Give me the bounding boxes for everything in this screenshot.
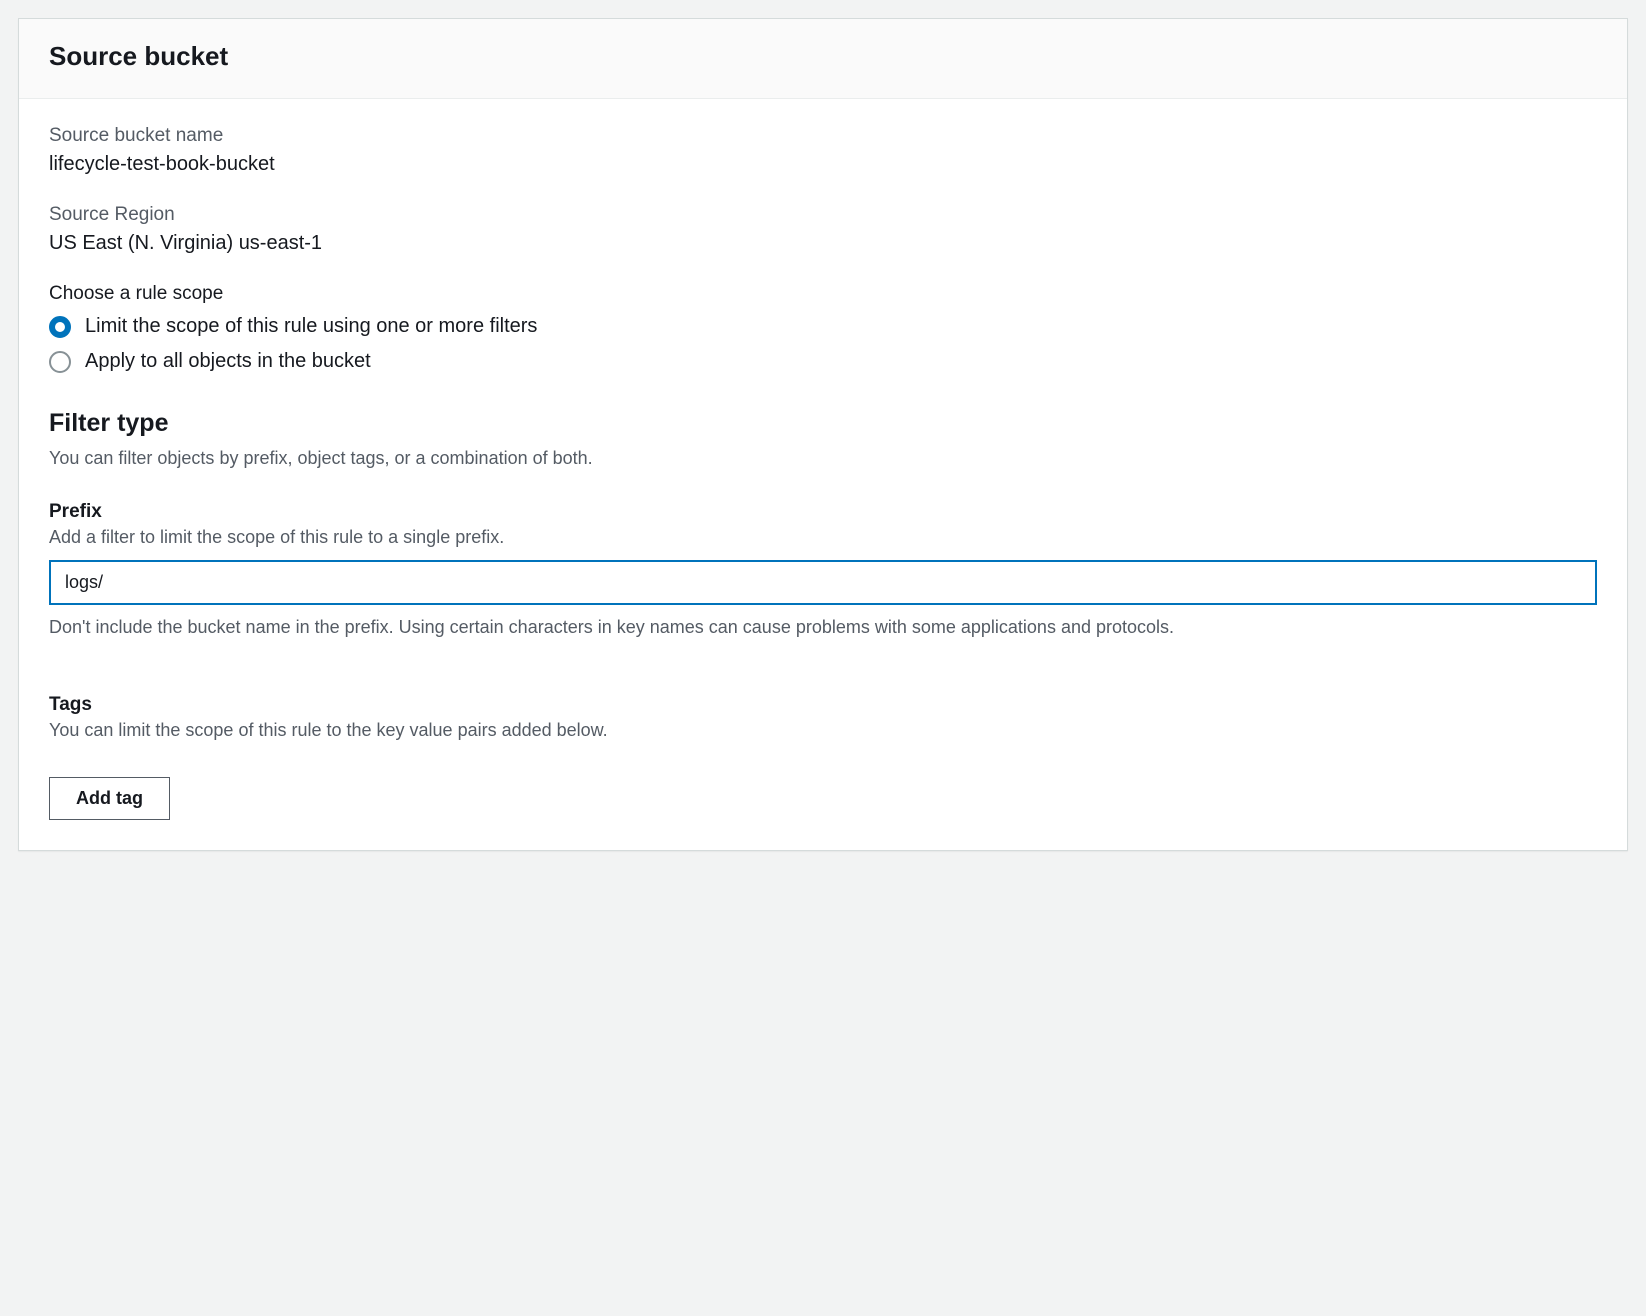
source-bucket-name-label: Source bucket name — [49, 125, 1597, 147]
tags-block: Tags You can limit the scope of this rul… — [49, 694, 1597, 820]
filter-type-desc: You can filter objects by prefix, object… — [49, 448, 1597, 469]
prefix-footnote: Don't include the bucket name in the pre… — [49, 615, 1597, 640]
filter-type-heading: Filter type — [49, 409, 1597, 438]
radio-icon-selected[interactable] — [49, 316, 71, 338]
source-region-value: US East (N. Virginia) us-east-1 — [49, 232, 1597, 255]
source-bucket-panel: Source bucket Source bucket name lifecyc… — [18, 18, 1628, 851]
scope-option-limit[interactable]: Limit the scope of this rule using one o… — [49, 315, 1597, 338]
rule-scope-label: Choose a rule scope — [49, 283, 1597, 305]
tags-label: Tags — [49, 694, 1597, 716]
add-tag-button[interactable]: Add tag — [49, 777, 170, 820]
prefix-label: Prefix — [49, 501, 1597, 523]
rule-scope-block: Choose a rule scope Limit the scope of t… — [49, 283, 1597, 373]
panel-title: Source bucket — [49, 41, 1597, 72]
prefix-helper: Add a filter to limit the scope of this … — [49, 527, 1597, 548]
prefix-input[interactable] — [49, 560, 1597, 605]
prefix-block: Prefix Add a filter to limit the scope o… — [49, 501, 1597, 640]
panel-body: Source bucket name lifecycle-test-book-b… — [19, 99, 1627, 850]
source-bucket-name-value: lifecycle-test-book-bucket — [49, 153, 1597, 176]
tags-helper: You can limit the scope of this rule to … — [49, 720, 1597, 741]
scope-option-all[interactable]: Apply to all objects in the bucket — [49, 350, 1597, 373]
source-region-label: Source Region — [49, 204, 1597, 226]
scope-option-all-label: Apply to all objects in the bucket — [85, 350, 371, 373]
source-region-block: Source Region US East (N. Virginia) us-e… — [49, 204, 1597, 255]
source-bucket-name-block: Source bucket name lifecycle-test-book-b… — [49, 125, 1597, 176]
scope-option-limit-label: Limit the scope of this rule using one o… — [85, 315, 537, 338]
panel-header: Source bucket — [19, 19, 1627, 99]
radio-icon-unselected[interactable] — [49, 351, 71, 373]
